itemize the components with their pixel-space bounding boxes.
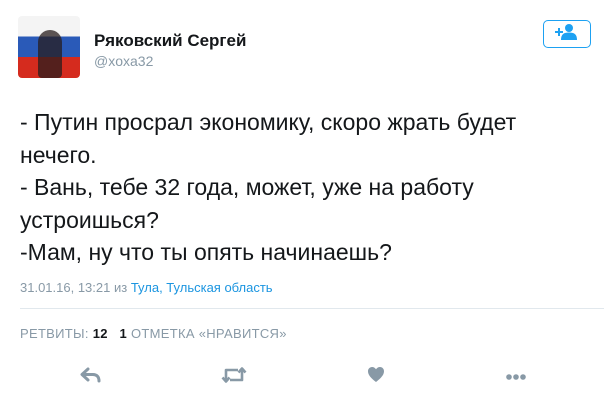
tweet-text: - Путин просрал экономику, скоро жрать б… bbox=[20, 109, 517, 265]
location-prefix: из bbox=[113, 280, 128, 295]
add-user-icon bbox=[554, 23, 580, 46]
likes-count[interactable]: 1 bbox=[120, 326, 128, 341]
retweet-icon bbox=[221, 366, 247, 389]
timestamp[interactable]: 31.01.16, 13:21 bbox=[20, 280, 110, 295]
retweets-label: РЕТВИТЫ: bbox=[20, 326, 89, 341]
more-button[interactable] bbox=[505, 367, 527, 387]
reply-button[interactable] bbox=[80, 367, 102, 387]
location-link[interactable]: Тула, Тульская область bbox=[131, 280, 273, 295]
retweet-button[interactable] bbox=[221, 366, 247, 389]
avatar[interactable] bbox=[18, 16, 80, 78]
reply-icon bbox=[80, 367, 102, 388]
more-icon bbox=[505, 368, 527, 386]
author-handle[interactable]: @xoxa32 bbox=[94, 53, 153, 69]
divider bbox=[20, 308, 604, 309]
tweet-meta: 31.01.16, 13:21 из Тула, Тульская област… bbox=[20, 280, 273, 295]
author-name[interactable]: Ряковский Сергей bbox=[94, 31, 246, 51]
retweets-count[interactable]: 12 bbox=[93, 326, 108, 341]
follow-button[interactable] bbox=[543, 20, 591, 48]
heart-icon bbox=[367, 366, 385, 388]
tweet-stats: РЕТВИТЫ: 12 1 ОТМЕТКА «НРАВИТСЯ» bbox=[20, 326, 287, 341]
likes-label: ОТМЕТКА «НРАВИТСЯ» bbox=[130, 326, 287, 341]
avatar-person bbox=[38, 30, 62, 78]
like-button[interactable] bbox=[367, 367, 385, 387]
